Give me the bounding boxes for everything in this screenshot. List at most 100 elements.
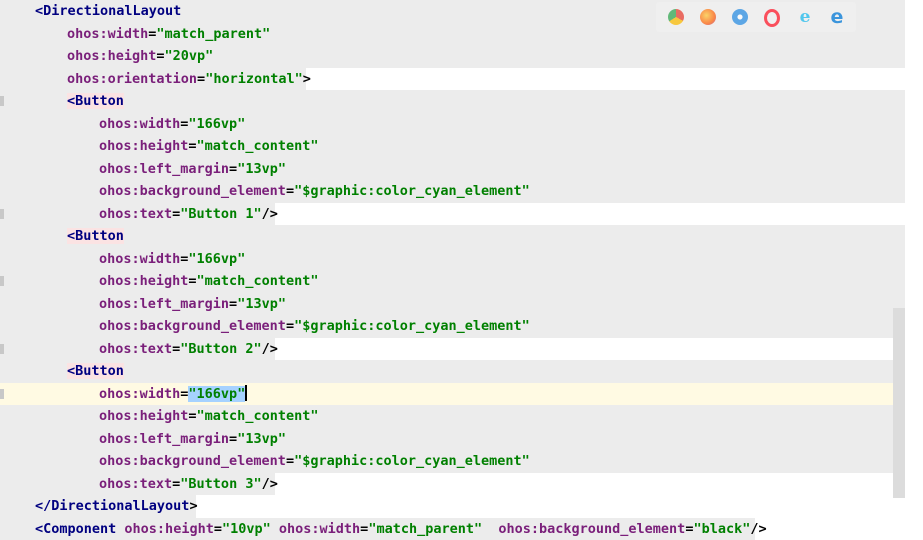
code-token-punct: = [188,138,196,154]
text-cursor [245,385,247,401]
code-token-attr: ohos:left_margin [99,161,229,177]
gutter-fold-marker[interactable] [0,96,4,106]
code-token-tag: <DirectionalLayout [35,3,181,19]
code-token-attr: ohos:width [99,251,180,267]
code-token-val: "match_content" [197,273,319,289]
code-token-attr: ohos:height [99,408,188,424]
code-token-attr: ohos:orientation [67,71,197,87]
code-token-tag: <Button [67,228,124,244]
code-token-attr: ohos:left_margin [99,431,229,447]
code-token-punct: /> [262,341,278,357]
code-line[interactable]: ohos:left_margin="13vp" [0,158,905,181]
code-token-val: "Button 3" [180,476,261,492]
code-token-punct: = [214,521,222,537]
code-token-val: "13vp" [237,296,286,312]
code-line[interactable]: <Button [0,90,905,113]
code-line[interactable]: <Button [0,360,905,383]
code-line[interactable]: ohos:background_element="$graphic:color_… [0,315,905,338]
code-line[interactable]: <Button [0,225,905,248]
ie-icon[interactable]: e [796,9,814,25]
code-token-punct: = [229,161,237,177]
code-token-plain [482,521,498,537]
code-token-val: "13vp" [237,161,286,177]
browser-preview-bar: e e [656,2,856,32]
code-token-punct: /> [750,521,766,537]
code-token-punct: = [286,183,294,199]
code-token-attr: ohos:background_element [99,183,286,199]
code-token-val: "match_content" [197,408,319,424]
code-line[interactable]: ohos:width="166vp" [0,113,905,136]
code-token-punct: = [229,431,237,447]
code-line[interactable]: ohos:background_element="$graphic:color_… [0,450,905,473]
code-token-punct: = [286,453,294,469]
firefox-icon[interactable] [700,9,716,25]
code-token-attr: ohos:width [99,386,180,402]
code-line[interactable]: ohos:width="166vp" [0,383,905,406]
code-line[interactable]: <Component ohos:height="10vp" ohos:width… [0,518,905,540]
code-token-attr: ohos:background_element [99,318,286,334]
code-token-val: "166vp" [188,251,245,267]
code-line[interactable]: ohos:height="match_content" [0,270,905,293]
code-token-punct: = [286,318,294,334]
code-token-attr: ohos:width [279,521,360,537]
code-token-punct: = [197,71,205,87]
code-token-punct: > [189,498,197,514]
code-token-attr: ohos:width [67,26,148,42]
code-token-val: "10vp" [222,521,271,537]
code-token-punct: = [156,48,164,64]
vertical-scrollbar[interactable] [893,308,905,498]
code-token-val: "Button 1" [180,206,261,222]
gutter-fold-marker[interactable] [0,389,4,399]
code-token-val: "$graphic:color_cyan_element" [294,453,530,469]
code-token-tag: </DirectionalLayout [35,498,189,514]
edge-icon[interactable]: e [828,9,846,25]
code-line[interactable]: ohos:text="Button 2"/> [0,338,905,361]
code-line[interactable]: ohos:left_margin="13vp" [0,428,905,451]
code-token-val: "166vp" [188,116,245,132]
code-token-val: "$graphic:color_cyan_element" [294,183,530,199]
gutter-fold-marker[interactable] [0,344,4,354]
code-line[interactable]: ohos:height="match_content" [0,135,905,158]
code-line[interactable]: ohos:orientation="horizontal"> [0,68,905,91]
safari-icon[interactable] [732,9,748,25]
code-token-attr: ohos:background_element [99,453,286,469]
code-token-punct: = [188,408,196,424]
code-token-punct: /> [262,206,278,222]
code-line[interactable]: ohos:width="166vp" [0,248,905,271]
code-token-val: "13vp" [237,431,286,447]
chrome-icon[interactable] [668,9,684,25]
code-token-punct: = [188,273,196,289]
code-line[interactable]: ohos:left_margin="13vp" [0,293,905,316]
code-token-val: "match_parent" [368,521,482,537]
code-token-attr: ohos:text [99,206,172,222]
code-token-val: "Button 2" [180,341,261,357]
code-token-tag: <Button [67,93,124,109]
code-token-val: "$graphic:color_cyan_element" [294,318,530,334]
code-token-val: "black" [693,521,750,537]
code-token-attr: ohos:background_element [498,521,685,537]
code-line[interactable]: ohos:text="Button 3"/> [0,473,905,496]
code-token-attr: ohos:height [99,138,188,154]
code-line[interactable]: ohos:text="Button 1"/> [0,203,905,226]
code-editor[interactable]: <DirectionalLayout ohos:width = "match_pare… [0,0,923,539]
code-token-attr: ohos:text [99,476,172,492]
code-line[interactable]: ohos:background_element="$graphic:color_… [0,180,905,203]
code-line[interactable]: </DirectionalLayout> [0,495,905,518]
code-token-punct: /> [262,476,278,492]
code-token-plain [271,521,279,537]
code-token-val: "match_parent" [156,26,270,42]
code-token-tag: <Button [67,363,124,379]
code-token-attr: ohos:height [99,273,188,289]
code-token-attr: ohos:left_margin [99,296,229,312]
gutter-fold-marker[interactable] [0,209,4,219]
gutter-fold-marker[interactable] [0,276,4,286]
code-line[interactable]: ohos:height="match_content" [0,405,905,428]
code-token-attr: ohos:height [67,48,156,64]
code-line[interactable]: ohos:height="20vp" [0,45,905,68]
code-token-punct: = [229,296,237,312]
code-token-punct: > [303,71,311,87]
code-token-val: "166vp" [188,386,245,402]
code-token-attr: ohos:text [99,341,172,357]
code-token-val: "match_content" [197,138,319,154]
opera-icon[interactable] [764,9,780,27]
